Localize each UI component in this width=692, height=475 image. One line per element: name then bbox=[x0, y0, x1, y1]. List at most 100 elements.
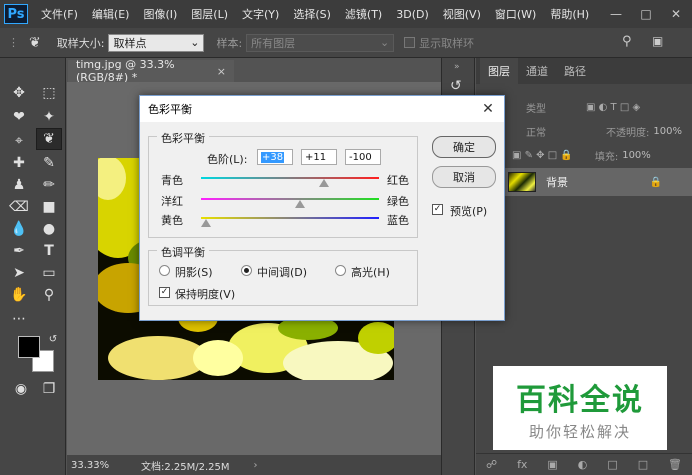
lasso-tool-icon[interactable]: ❤ bbox=[6, 106, 32, 128]
tone-balance-group: 色调平衡 阴影(S) 中间调(D) 高光(H) ✓ 保持明度(V) bbox=[148, 244, 418, 306]
magenta-green-slider-thumb[interactable] bbox=[295, 200, 305, 208]
preview-checkbox[interactable]: ✓ bbox=[432, 204, 443, 215]
history-brush-icon[interactable]: ✏ bbox=[36, 174, 62, 196]
fx-icon[interactable]: fx bbox=[517, 458, 527, 471]
dodge-tool-icon[interactable]: ● bbox=[36, 218, 62, 240]
magic-wand-icon[interactable]: ✦ bbox=[36, 106, 62, 128]
group-title-tone-balance: 色调平衡 bbox=[157, 244, 209, 260]
layer-thumbnail bbox=[508, 172, 536, 192]
pen-tool-icon[interactable]: ✒ bbox=[6, 240, 32, 262]
kind-filter-select[interactable]: 类型 bbox=[526, 100, 546, 115]
slider-blue-label: 蓝色 bbox=[387, 214, 409, 227]
yellow-blue-slider-thumb[interactable] bbox=[201, 219, 211, 227]
watermark: 百科全说 助你轻松解决 bbox=[493, 366, 667, 450]
zoom-level[interactable]: 33.33% bbox=[71, 460, 111, 471]
show-ring-label: 显示取样环 bbox=[419, 36, 475, 50]
eraser-tool-icon[interactable]: ⌫ bbox=[6, 196, 32, 218]
menu-view[interactable]: 视图(V) bbox=[436, 6, 488, 22]
group-icon[interactable]: □ bbox=[607, 458, 617, 471]
document-tab[interactable]: timg.jpg @ 33.3%(RGB/8#) * × bbox=[68, 58, 234, 84]
menu-layer[interactable]: 图层(L) bbox=[184, 6, 235, 22]
marquee-tool-icon[interactable]: ⬚ bbox=[36, 82, 62, 104]
dialog-titlebar[interactable]: 色彩平衡 ✕ bbox=[140, 96, 504, 122]
level-input-magenta-green[interactable]: +11 bbox=[301, 149, 337, 165]
gradient-tool-icon[interactable]: ■ bbox=[36, 196, 62, 218]
menu-edit[interactable]: 编辑(E) bbox=[85, 6, 137, 22]
healing-brush-icon[interactable]: ✚ bbox=[6, 152, 32, 174]
link-layers-icon[interactable]: ☍ bbox=[486, 458, 497, 471]
highlights-radio[interactable] bbox=[335, 265, 346, 276]
menu-bar: Ps 文件(F) 编辑(E) 图像(I) 图层(L) 文字(Y) 选择(S) 滤… bbox=[0, 0, 692, 28]
chevron-right-icon[interactable]: › bbox=[254, 460, 258, 471]
close-window-icon[interactable]: ✕ bbox=[656, 0, 692, 28]
magenta-green-slider[interactable] bbox=[201, 198, 379, 200]
options-bar: ⋮ ❦ 取样大小: 取样点 ⌄ 样本: 所有图层 ⌄ 显示取样环 ⚲ ▣ bbox=[0, 28, 692, 58]
dialog-title: 色彩平衡 bbox=[148, 103, 192, 116]
filter-icons[interactable]: ▣ ◐ T □ ◈ bbox=[586, 102, 640, 113]
type-tool-icon[interactable]: T bbox=[36, 240, 62, 262]
lock-icon: 🔒 bbox=[649, 176, 662, 188]
hand-tool-icon[interactable]: ✋ bbox=[6, 284, 32, 306]
crop-tool-icon[interactable]: ⌖ bbox=[6, 130, 32, 152]
tab-channels[interactable]: 通道 bbox=[518, 58, 556, 84]
tab-paths[interactable]: 路径 bbox=[556, 58, 594, 84]
layers-panel-footer: ☍ fx ▣ ◐ □ □ 🗑 bbox=[476, 453, 692, 475]
path-select-icon[interactable]: ➤ bbox=[6, 262, 32, 284]
stamp-tool-icon[interactable]: ♟ bbox=[6, 174, 32, 196]
cancel-button[interactable]: 取消 bbox=[432, 166, 496, 188]
doc-info: 文档:2.25M/2.25M bbox=[141, 461, 230, 473]
rectangle-tool-icon[interactable]: ▭ bbox=[36, 262, 62, 284]
blur-tool-icon[interactable]: 💧 bbox=[6, 218, 32, 240]
eyedropper-tool-icon[interactable]: ❦ bbox=[36, 128, 62, 150]
layer-row-background[interactable]: 背景 🔒 bbox=[476, 168, 692, 196]
midtones-radio[interactable] bbox=[241, 265, 252, 276]
preserve-luminosity-checkbox[interactable]: ✓ bbox=[159, 287, 170, 298]
menu-help[interactable]: 帮助(H) bbox=[543, 6, 596, 22]
preserve-luminosity-label: 保持明度(V) bbox=[175, 288, 236, 301]
yellow-blue-slider[interactable] bbox=[201, 217, 379, 219]
collapse-icon[interactable]: » bbox=[454, 62, 460, 72]
show-ring-checkbox[interactable] bbox=[404, 37, 416, 48]
menu-type[interactable]: 文字(Y) bbox=[235, 6, 286, 22]
level-input-yellow-blue[interactable]: -100 bbox=[345, 149, 381, 165]
workspace-icon[interactable]: ▣ bbox=[652, 34, 663, 48]
zoom-tool-icon[interactable]: ⚲ bbox=[36, 284, 62, 306]
slider-green-label: 绿色 bbox=[387, 195, 409, 208]
history-panel-icon[interactable]: ↺ bbox=[450, 78, 462, 94]
brush-tool-icon[interactable]: ✎ bbox=[36, 152, 62, 174]
sample-select[interactable]: 所有图层 ⌄ bbox=[246, 33, 395, 52]
search-icon[interactable]: ⚲ bbox=[622, 34, 632, 49]
fill-value[interactable]: 100% bbox=[622, 150, 651, 161]
blend-mode-select[interactable]: 正常 bbox=[526, 124, 546, 139]
sample-size-select[interactable]: 取样点 ⌄ bbox=[108, 33, 205, 52]
menu-select[interactable]: 选择(S) bbox=[286, 6, 338, 22]
shadows-radio[interactable] bbox=[159, 265, 170, 276]
sample-value: 所有图层 bbox=[251, 36, 296, 50]
lock-icons[interactable]: ▣ ✎ ✥ □ 🔒 bbox=[512, 150, 573, 161]
eyedropper-icon[interactable]: ❦ bbox=[29, 35, 41, 51]
delete-layer-icon[interactable]: 🗑 bbox=[668, 458, 682, 471]
close-icon[interactable]: ✕ bbox=[478, 99, 498, 119]
level-input-cyan-red[interactable]: +38 bbox=[257, 149, 293, 165]
more-tools-icon[interactable]: ⋯ bbox=[6, 308, 32, 330]
swap-colors-icon[interactable]: ↺ bbox=[40, 328, 66, 350]
grip-icon: ⋮ bbox=[8, 36, 19, 49]
quick-mask-icon[interactable]: ◉ bbox=[8, 378, 34, 400]
move-tool-icon[interactable]: ✥ bbox=[6, 82, 32, 104]
ok-button[interactable]: 确定 bbox=[432, 136, 496, 158]
cyan-red-slider-thumb[interactable] bbox=[319, 179, 329, 187]
adjustment-icon[interactable]: ◐ bbox=[578, 458, 588, 471]
menu-window[interactable]: 窗口(W) bbox=[488, 6, 543, 22]
menu-image[interactable]: 图像(I) bbox=[136, 6, 184, 22]
opacity-value[interactable]: 100% bbox=[653, 126, 682, 137]
slider-yellow-label: 黄色 bbox=[161, 214, 183, 227]
new-layer-icon[interactable]: □ bbox=[638, 458, 648, 471]
menu-filter[interactable]: 滤镜(T) bbox=[338, 6, 389, 22]
menu-file[interactable]: 文件(F) bbox=[34, 6, 85, 22]
add-mask-icon[interactable]: ▣ bbox=[547, 458, 557, 471]
close-tab-icon[interactable]: × bbox=[217, 65, 226, 78]
cyan-red-slider[interactable] bbox=[201, 177, 379, 179]
screen-mode-icon[interactable]: ❐ bbox=[36, 378, 62, 400]
menu-3d[interactable]: 3D(D) bbox=[389, 8, 436, 21]
tab-layers[interactable]: 图层 bbox=[480, 58, 518, 84]
